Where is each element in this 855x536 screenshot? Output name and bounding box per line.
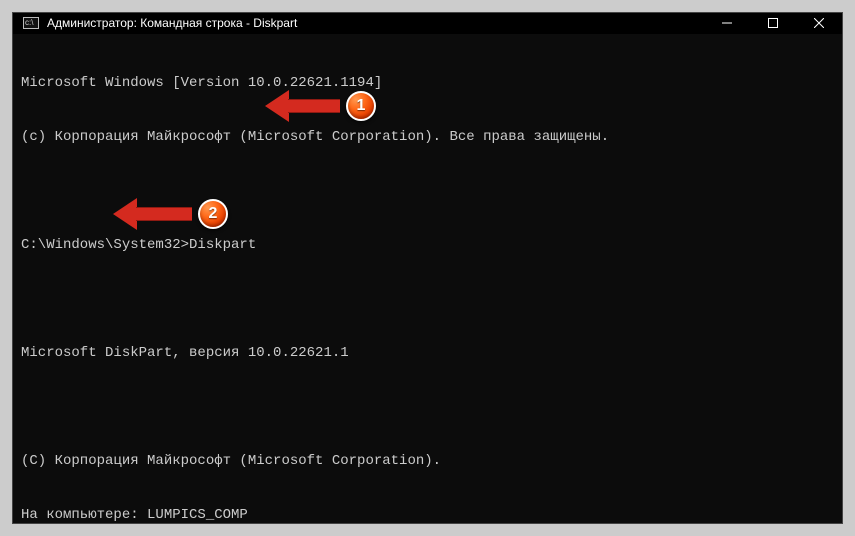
window-title: Администратор: Командная строка - Diskpa… [47,16,297,30]
output-line: (C) Корпорация Майкрософт (Microsoft Cor… [21,452,834,470]
output-line [21,182,834,200]
arrow-left-icon [265,90,289,122]
output-line: C:\Windows\System32>Diskpart [21,236,834,254]
annotation-2: 2 [113,198,228,230]
output-line [21,290,834,308]
window-controls [704,13,842,34]
output-line [21,398,834,416]
close-button[interactable] [796,13,842,34]
terminal-output[interactable]: Microsoft Windows [Version 10.0.22621.11… [13,34,842,523]
annotation-1: 1 [265,90,376,122]
output-line: На компьютере: LUMPICS_COMP [21,506,834,523]
step-badge-2: 2 [198,199,228,229]
maximize-button[interactable] [750,13,796,34]
titlebar[interactable]: c:\ Администратор: Командная строка - Di… [13,13,842,34]
output-line: Microsoft Windows [Version 10.0.22621.11… [21,74,834,92]
step-badge-1: 1 [346,91,376,121]
minimize-button[interactable] [704,13,750,34]
output-line: (c) Корпорация Майкрософт (Microsoft Cor… [21,128,834,146]
output-line: Microsoft DiskPart, версия 10.0.22621.1 [21,344,834,362]
cmd-icon: c:\ [23,17,39,29]
arrow-left-icon [113,198,137,230]
command-prompt-window: c:\ Администратор: Командная строка - Di… [12,12,843,524]
